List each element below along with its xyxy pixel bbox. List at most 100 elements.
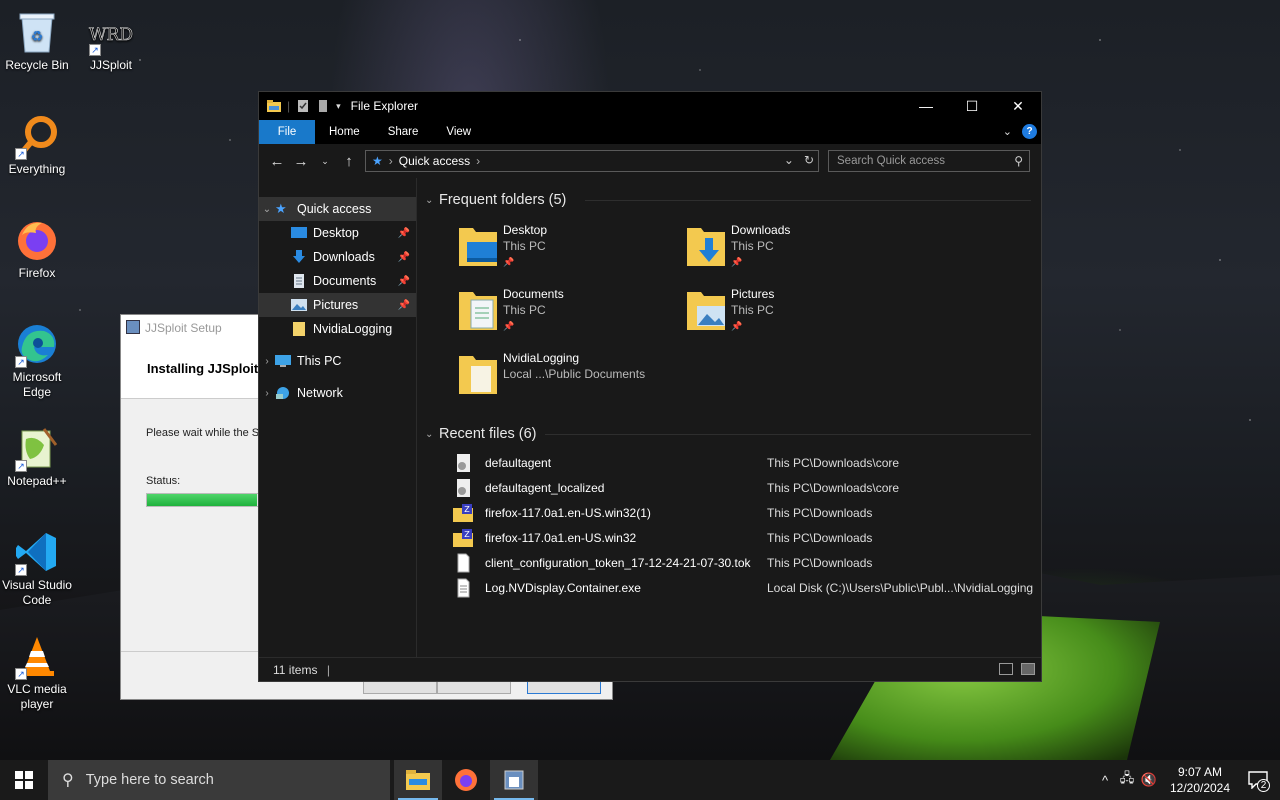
pin-icon[interactable]: 📌 — [398, 252, 410, 263]
clock-date: 12/20/2024 — [1169, 781, 1231, 795]
pin-icon[interactable]: 📌 — [398, 300, 410, 311]
list-item[interactable]: Log.NVDisplay.Container.exe Local Disk (… — [425, 575, 1041, 600]
chevron-down-icon[interactable]: ⌄ — [425, 429, 439, 440]
search-input[interactable]: Search Quick access ⚲ — [828, 150, 1030, 172]
new-folder-icon[interactable] — [316, 100, 330, 112]
tab-view[interactable]: View — [432, 120, 485, 144]
svg-text:Z: Z — [464, 530, 470, 539]
taskbar-file-explorer[interactable] — [394, 760, 442, 800]
folder-tile-downloads[interactable]: Downloads This PC 📌 — [685, 222, 905, 270]
nav-label: Pictures — [313, 298, 359, 312]
help-icon[interactable]: ? — [1022, 124, 1037, 139]
documents-folder-icon — [294, 274, 304, 288]
list-item[interactable]: defaultagent_localized This PC\Downloads… — [425, 475, 1041, 500]
pin-icon: 📌 — [503, 257, 515, 267]
properties-icon[interactable] — [296, 100, 310, 112]
desktop-icon-vlc[interactable]: ↗ VLC media player — [0, 632, 74, 712]
close-button[interactable]: ✕ — [995, 92, 1041, 120]
breadcrumb-quick-access[interactable]: Quick access — [399, 154, 470, 168]
folder-tile-documents[interactable]: Documents This PC 📌 — [457, 286, 677, 334]
setup-status-label: Status: — [146, 475, 181, 487]
folder-location: This PC — [503, 303, 546, 317]
expand-ribbon-icon[interactable]: ⌄ — [1003, 125, 1012, 138]
back-button[interactable]: ← — [265, 153, 289, 170]
nav-downloads[interactable]: Downloads 📌 — [259, 245, 416, 269]
taskbar-jjsploit-setup[interactable] — [490, 760, 538, 800]
notification-center-button[interactable]: 2 — [1236, 771, 1280, 792]
list-item[interactable]: client_configuration_token_17-12-24-21-0… — [425, 550, 1041, 575]
minimize-button[interactable]: — — [903, 92, 949, 120]
desktop-icon-recycle-bin[interactable]: ♻ Recycle Bin — [0, 8, 74, 73]
recent-locations-icon[interactable]: ⌄ — [313, 156, 337, 167]
start-button[interactable] — [0, 760, 48, 800]
details-view-icon[interactable] — [999, 663, 1013, 675]
desktop-icon-everything[interactable]: ↗ Everything — [0, 112, 74, 177]
tab-home[interactable]: Home — [315, 120, 374, 144]
forward-button[interactable]: → — [289, 153, 313, 170]
nav-network[interactable]: › Network — [259, 381, 416, 405]
documents-folder-icon — [459, 292, 497, 330]
desktop-icon-edge[interactable]: ↗ Microsoft Edge — [0, 320, 74, 400]
list-item[interactable]: defaultagent This PC\Downloads\core — [425, 450, 1041, 475]
nav-nvidialogging[interactable]: NvidiaLogging — [259, 317, 416, 341]
nav-documents[interactable]: Documents 📌 — [259, 269, 416, 293]
chevron-right-icon[interactable]: › — [259, 388, 275, 399]
maximize-button[interactable]: ☐ — [949, 92, 995, 120]
refresh-icon[interactable]: ↻ — [804, 153, 814, 167]
recent-files-list: defaultagent This PC\Downloads\core defa… — [425, 450, 1041, 600]
folder-tile-desktop[interactable]: Desktop This PC 📌 — [457, 222, 677, 270]
nav-pictures[interactable]: Pictures 📌 — [259, 293, 416, 317]
everything-search-icon: ↗ — [13, 112, 61, 160]
chevron-right-icon[interactable]: › — [259, 356, 275, 367]
clock[interactable]: 9:07 AM 12/20/2024 — [1164, 764, 1236, 796]
folder-tile-nvidialogging[interactable]: NvidiaLogging Local ...\Public Documents — [457, 350, 677, 396]
explorer-titlebar[interactable]: | ▾ File Explorer — ☐ ✕ — [259, 92, 1041, 120]
folder-tile-pictures[interactable]: Pictures This PC 📌 — [685, 286, 905, 334]
customize-toolbar-icon[interactable]: ▾ — [336, 101, 341, 112]
windows-logo-icon — [15, 771, 33, 789]
pin-icon[interactable]: 📌 — [398, 276, 410, 287]
desktop-icon-firefox[interactable]: Firefox — [0, 216, 74, 281]
tab-file[interactable]: File — [259, 120, 315, 144]
shortcut-arrow-icon: ↗ — [15, 668, 27, 680]
desktop-icon-label: JJSploit — [89, 58, 133, 72]
pin-icon[interactable]: 📌 — [398, 228, 410, 239]
network-icon[interactable]: 🖧 — [1116, 769, 1138, 791]
nav-this-pc[interactable]: › This PC — [259, 349, 416, 373]
nav-quick-access[interactable]: ⌄ ★ Quick access — [259, 197, 416, 221]
chevron-down-icon[interactable]: ⌄ — [259, 204, 275, 215]
folder-location: This PC — [731, 303, 774, 317]
setup-title: JJSploit Setup — [145, 321, 222, 335]
file-name: firefox-117.0a1.en-US.win32(1) — [485, 505, 651, 520]
vscode-icon: ↗ — [13, 528, 61, 576]
large-icons-view-icon[interactable] — [1021, 663, 1035, 675]
downloads-folder-icon — [293, 250, 305, 263]
shortcut-arrow-icon: ↗ — [15, 148, 27, 160]
address-dropdown-icon[interactable]: ⌄ — [784, 153, 794, 167]
taskbar-firefox[interactable] — [442, 760, 490, 800]
address-bar[interactable]: ★ › Quick access › ⌄ ↻ — [365, 150, 819, 172]
desktop-icon-notepad-plus-plus[interactable]: ↗ Notepad++ — [0, 424, 74, 489]
list-item[interactable]: Z firefox-117.0a1.en-US.win32 This PC\Do… — [425, 525, 1041, 550]
chevron-up-icon[interactable]: ^ — [1094, 773, 1116, 788]
explorer-title: File Explorer — [350, 99, 419, 113]
shortcut-arrow-icon: ↗ — [15, 356, 27, 368]
nav-desktop[interactable]: Desktop 📌 — [259, 221, 416, 245]
search-icon: ⚲ — [62, 772, 74, 789]
recent-files-header[interactable]: ⌄ Recent files (6) — [425, 424, 1041, 444]
volume-muted-icon[interactable]: 🔇 — [1138, 772, 1160, 788]
list-item[interactable]: Z firefox-117.0a1.en-US.win32(1) This PC… — [425, 500, 1041, 525]
frequent-folders-header[interactable]: ⌄ Frequent folders (5) — [425, 190, 1041, 210]
chevron-down-icon[interactable]: ⌄ — [425, 195, 439, 206]
gear-file-icon — [457, 453, 470, 472]
desktop-icon-vscode[interactable]: ↗ Visual Studio Code — [0, 528, 74, 608]
file-explorer-window[interactable]: | ▾ File Explorer — ☐ ✕ File Home Share … — [258, 91, 1042, 682]
taskbar-search-input[interactable]: ⚲ Type here to search — [48, 760, 390, 800]
desktop-icon-jjsploit[interactable]: WRD ↗ JJSploit — [74, 8, 148, 73]
breadcrumb-chevron-icon[interactable]: › — [476, 154, 480, 168]
file-location: This PC\Downloads\core — [767, 480, 900, 495]
up-button[interactable]: ↑ — [337, 153, 361, 170]
file-location: Local Disk (C:)\Users\Public\Publ...\Nvi… — [767, 580, 1034, 595]
folder-name: Desktop — [503, 223, 548, 237]
tab-share[interactable]: Share — [374, 120, 433, 144]
